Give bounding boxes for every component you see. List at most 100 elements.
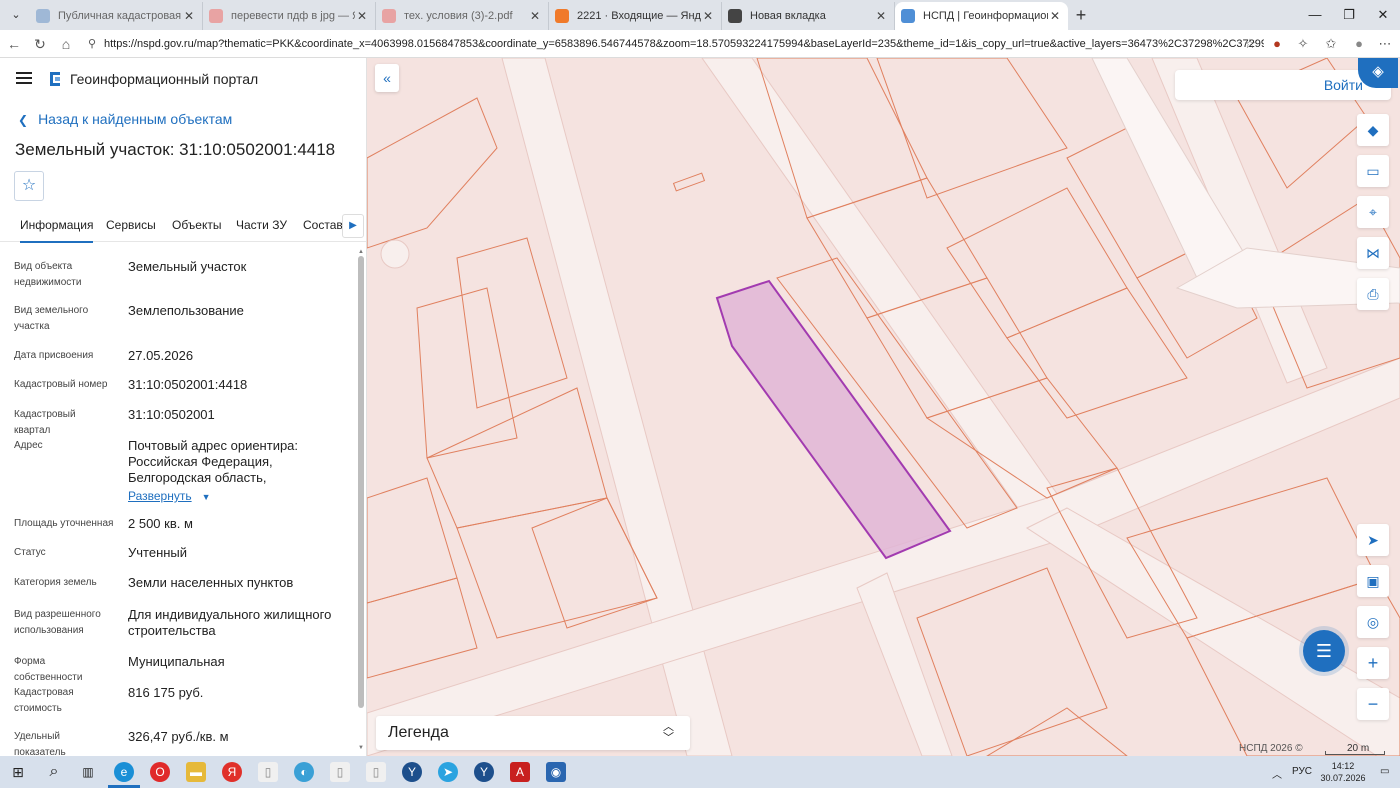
- basemap-icon[interactable]: ▣: [1357, 565, 1389, 597]
- back-to-results-link[interactable]: ❮ Назад к найденным объектам: [18, 111, 232, 127]
- network-app-icon[interactable]: ◐: [294, 762, 314, 782]
- locate-arrow-icon[interactable]: ➤: [1357, 524, 1389, 556]
- property-value: 2 500 кв. м: [128, 516, 193, 531]
- windows-taskbar: ⊞ ⌕ ▥ e O ▬ Я ▯ ◐ ▯ ▯ Y ➤ Y A ◉ ︿ РУС 14…: [0, 756, 1400, 788]
- share-icon[interactable]: ⋈: [1357, 237, 1389, 269]
- favorite-star-button[interactable]: ☆: [14, 171, 44, 201]
- favorites-icon[interactable]: ✩: [1322, 35, 1340, 53]
- expand-collapse-icon[interactable]: ︿ ﹀: [663, 722, 674, 744]
- scrollbar-thumb[interactable]: [358, 256, 364, 708]
- minimize-icon[interactable]: —: [1298, 0, 1332, 30]
- print-icon[interactable]: ⎙: [1357, 278, 1389, 310]
- tab-close-icon[interactable]: ✕: [874, 9, 888, 23]
- tab-favicon-icon: [382, 9, 396, 23]
- extension-icon[interactable]: ●: [1268, 35, 1286, 53]
- tab-close-icon[interactable]: ✕: [528, 9, 542, 23]
- tab-title: Публичная кадастровая карта: [58, 10, 182, 22]
- profile-avatar[interactable]: ●: [1350, 35, 1368, 53]
- tab-favicon-icon: [209, 9, 223, 23]
- file-explorer-icon[interactable]: ▬: [186, 762, 206, 782]
- url-field[interactable]: ⚲ https://nspd.gov.ru/map?thematic=PKK&c…: [84, 33, 1264, 55]
- telegram-icon[interactable]: ➤: [438, 762, 458, 782]
- browser-tab[interactable]: перевести пдф в jpg — Яндекс: н✕: [203, 2, 376, 30]
- pdf-reader-icon[interactable]: A: [510, 762, 530, 782]
- collapse-panel-icon[interactable]: «: [375, 64, 399, 92]
- tabs-next-arrow-icon[interactable]: ▶: [342, 214, 364, 238]
- property-label: Вид разрешенного использования: [14, 609, 101, 636]
- chevron-left-icon: ❮: [18, 113, 29, 127]
- edge-browser-icon[interactable]: e: [114, 762, 134, 782]
- scroll-down-arrow-icon[interactable]: ▼: [357, 744, 365, 752]
- maximize-icon[interactable]: ❐: [1332, 0, 1366, 30]
- area-select-icon[interactable]: ⌖: [1357, 196, 1389, 228]
- back-icon[interactable]: ←: [4, 34, 24, 54]
- panel-header: Геоинформационный портал: [0, 58, 366, 102]
- scroll-up-arrow-icon[interactable]: ▲: [357, 248, 365, 256]
- property-value: Земли населенных пунктов: [128, 575, 294, 590]
- new-tab-button[interactable]: +: [1068, 2, 1094, 30]
- clock-time: 14:12: [1331, 761, 1355, 771]
- tab-favicon-icon: [901, 9, 915, 23]
- browser-tab[interactable]: тех. условия (3)-2.pdf ✕: [376, 2, 549, 30]
- document-icon-2[interactable]: ▯: [330, 762, 350, 782]
- yandex-browser-icon[interactable]: Я: [222, 762, 242, 782]
- tab-services[interactable]: Сервисы: [106, 218, 156, 232]
- property-value: Для индивидуального жилищного строительс…: [128, 607, 332, 638]
- browser-menu-icon[interactable]: ⋯: [1376, 35, 1394, 53]
- tab-objects[interactable]: Объекты: [172, 218, 222, 232]
- app-icon[interactable]: ◉: [546, 762, 566, 782]
- geolocation-icon[interactable]: ◎: [1357, 606, 1389, 638]
- tab-search-icon[interactable]: ⌄: [6, 6, 26, 24]
- bookmark-star-icon[interactable]: ☆: [1241, 35, 1259, 53]
- clock[interactable]: 14:12 30.07.2026: [1318, 760, 1368, 784]
- back-link-label: Назад к найденным объектам: [38, 111, 233, 127]
- layers-icon[interactable]: ◆: [1357, 114, 1389, 146]
- zoom-in-icon[interactable]: +: [1357, 647, 1389, 679]
- document-icon[interactable]: ▯: [258, 762, 278, 782]
- browser-tab[interactable]: Новая вкладка ✕: [722, 2, 895, 30]
- tab-close-icon[interactable]: ✕: [182, 9, 196, 23]
- tab-close-icon[interactable]: ✕: [701, 9, 715, 23]
- browser-tab[interactable]: НСПД | Геоинформационный по✕: [895, 2, 1068, 30]
- opera-icon[interactable]: O: [150, 762, 170, 782]
- search-icon[interactable]: ⌕: [44, 762, 64, 782]
- home-icon[interactable]: ⌂: [56, 34, 76, 54]
- notifications-icon[interactable]: ▭: [1380, 766, 1389, 777]
- tab-close-icon[interactable]: ✕: [1048, 9, 1062, 23]
- site-info-icon[interactable]: ⚲: [88, 33, 96, 55]
- close-window-icon[interactable]: ✕: [1366, 0, 1400, 30]
- panel-tabs: Информация Сервисы Объекты Части ЗУ Сост…: [0, 210, 366, 243]
- object-title: Земельный участок: 31:10:0502001:4418: [15, 140, 336, 159]
- ruler-icon[interactable]: ▭: [1357, 155, 1389, 187]
- yandex-app-icon-2[interactable]: Y: [474, 762, 494, 782]
- chat-icon[interactable]: ☰: [1303, 630, 1345, 672]
- property-label: Удельный показатель кадастровой: [14, 731, 66, 756]
- property-value: 816 175 руб.: [128, 685, 204, 700]
- property-label: Кадастровая стоимость: [14, 687, 74, 714]
- expand-address-link[interactable]: Развернуть ▼: [128, 489, 211, 503]
- windows-start-icon[interactable]: ⊞: [8, 762, 28, 782]
- tab-composition[interactable]: Состав: [303, 218, 343, 232]
- expand-label: Развернуть: [128, 489, 192, 503]
- tab-information[interactable]: Информация: [20, 218, 94, 243]
- extensions-puzzle-icon[interactable]: ✧: [1294, 35, 1312, 53]
- task-view-icon[interactable]: ▥: [78, 762, 98, 782]
- yandex-app-icon[interactable]: Y: [402, 762, 422, 782]
- zoom-out-icon[interactable]: −: [1357, 688, 1389, 720]
- language-indicator[interactable]: РУС: [1292, 766, 1312, 777]
- cadastral-map[interactable]: [367, 58, 1400, 756]
- tab-favicon-icon: [555, 9, 569, 23]
- document-icon-3[interactable]: ▯: [366, 762, 386, 782]
- panel-scrollbar[interactable]: ▲ ▼: [357, 248, 365, 754]
- property-value: 326,47 руб./кв. м: [128, 729, 229, 744]
- map-view[interactable]: « Войти ⇥ ◈ ◆ ▭ ⌖ ⋈ ⎙ ➤ ▣ ◎ + − ☰ Легенд…: [367, 58, 1400, 756]
- legend-panel[interactable]: Легенда ︿ ﹀: [376, 716, 690, 750]
- map-attribution: НСПД 2026 ©: [1239, 743, 1303, 754]
- reload-icon[interactable]: ↻: [30, 34, 50, 54]
- tray-chevron-icon[interactable]: ︿: [1272, 766, 1282, 781]
- browser-tab[interactable]: 2221 · Входящие — Яндекс Почта✕: [549, 2, 722, 30]
- tab-close-icon[interactable]: ✕: [355, 9, 369, 23]
- browser-tab[interactable]: Публичная кадастровая карта✕: [30, 2, 203, 30]
- tab-parts[interactable]: Части ЗУ: [236, 218, 287, 232]
- menu-icon[interactable]: [16, 72, 32, 84]
